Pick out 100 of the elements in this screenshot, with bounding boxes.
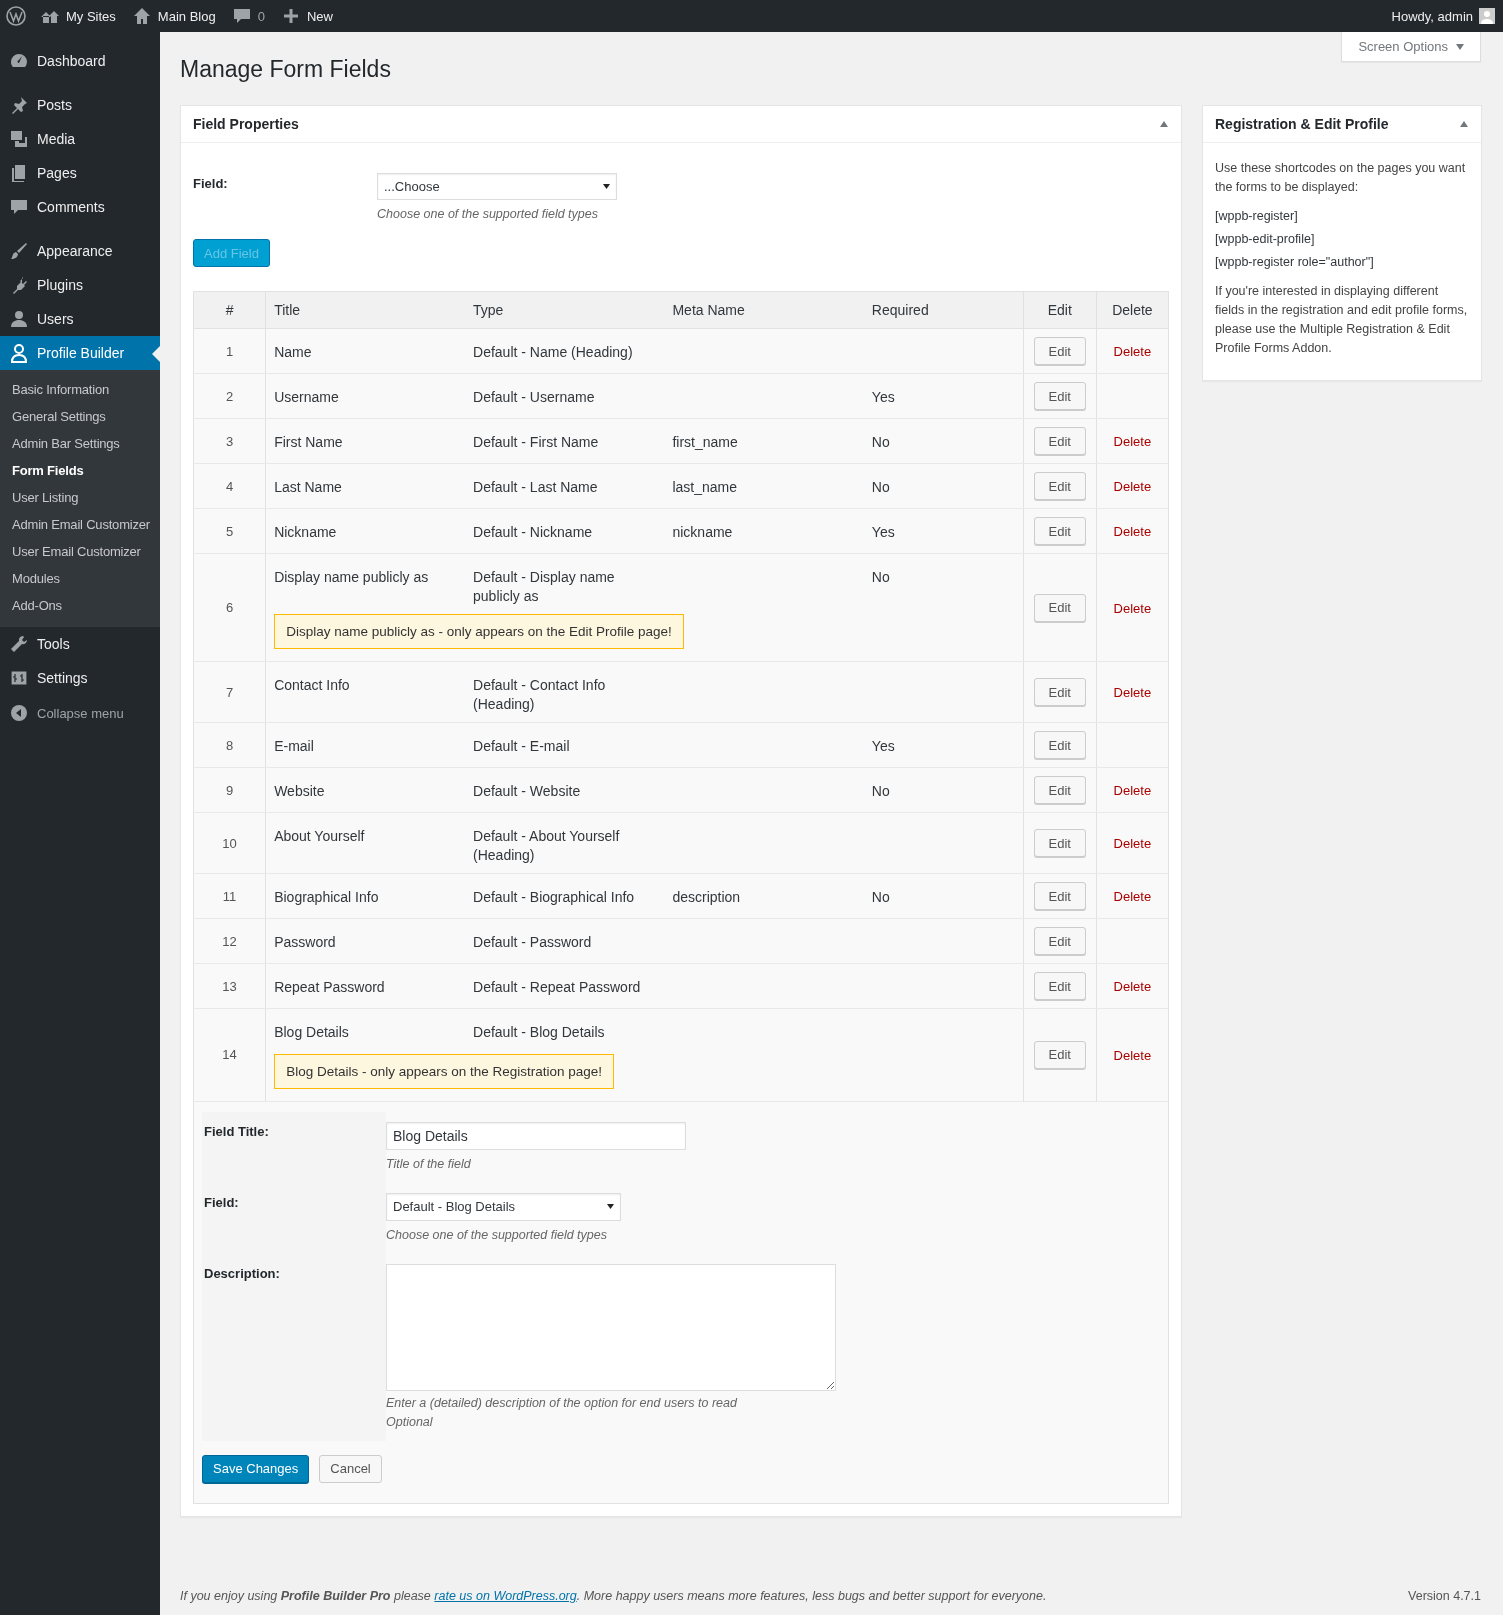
edit-button[interactable]: Edit	[1033, 882, 1086, 910]
type-cell: Default - Contact Info (Heading)	[465, 661, 665, 723]
notice-message: Display name publicly as - only appears on the Edit Profile page!	[274, 614, 684, 649]
edit-button[interactable]: Edit	[1033, 829, 1086, 857]
cancel-button[interactable]: Cancel	[319, 1454, 382, 1483]
submenu-item[interactable]: User Listing	[0, 484, 160, 511]
delete-link[interactable]: Delete	[1113, 685, 1152, 700]
comments-link[interactable]: 0	[231, 6, 265, 26]
delete-link[interactable]: Delete	[1113, 344, 1152, 359]
type-cell: Default - Display name publicly as	[465, 553, 665, 614]
row-number: 4	[193, 463, 266, 509]
required-cell: No	[871, 889, 890, 905]
delete-link[interactable]: Delete	[1113, 979, 1152, 994]
screen-options-button[interactable]: Screen Options	[1341, 32, 1481, 62]
menu-item[interactable]: Tools	[0, 627, 160, 661]
title-cell: Blog Details	[265, 1008, 466, 1054]
title-cell: Last Name	[265, 463, 466, 509]
submenu-item[interactable]: General Settings	[0, 403, 160, 430]
row-number: 10	[193, 812, 266, 874]
type-column-header: Type	[473, 302, 504, 318]
row-number: 6	[193, 553, 266, 662]
new-link[interactable]: New	[280, 6, 333, 26]
paintbrush-icon	[9, 241, 29, 261]
edit-button[interactable]: Edit	[1033, 517, 1086, 545]
submenu-item[interactable]: Admin Bar Settings	[0, 430, 160, 457]
menu-item[interactable]: Dashboard	[0, 44, 160, 78]
delete-link[interactable]: Delete	[1113, 889, 1152, 904]
field-title-label: Field Title:	[202, 1111, 386, 1183]
submenu-item[interactable]: Form Fields	[0, 457, 160, 484]
menu-item[interactable]: Posts	[0, 88, 160, 122]
version-text: Version 4.7.1	[1408, 1589, 1481, 1603]
delete-link[interactable]: Delete	[1113, 836, 1152, 851]
delete-link[interactable]: Delete	[1113, 479, 1152, 494]
description-label: Description:	[202, 1253, 386, 1441]
save-changes-button[interactable]: Save Changes	[202, 1454, 310, 1483]
submenu-item[interactable]: Modules	[0, 565, 160, 592]
field-title-input[interactable]: Blog Details	[386, 1121, 686, 1150]
menu-item[interactable]: Comments	[0, 190, 160, 224]
wordpress-logo-icon[interactable]	[6, 6, 26, 26]
menu-item[interactable]: Appearance	[0, 234, 160, 268]
title-cell: About Yourself	[265, 812, 466, 874]
field-type-select[interactable]: Default - Blog Details	[386, 1192, 621, 1221]
meta-name-cell: description	[672, 889, 741, 905]
site-link[interactable]: Main Blog	[131, 6, 216, 26]
my-sites-link[interactable]: My Sites	[40, 6, 116, 26]
page-title: Manage Form Fields	[180, 56, 392, 83]
delete-link[interactable]: Delete	[1113, 783, 1152, 798]
greeting-link[interactable]: Howdy, admin	[1391, 8, 1473, 24]
field-label: Field:	[193, 175, 229, 193]
delete-link[interactable]: Delete	[1113, 434, 1152, 449]
menu-item[interactable]: Users	[0, 302, 160, 336]
title-cell: Username	[265, 373, 466, 419]
type-cell: Default - Nickname	[465, 508, 665, 554]
type-cell: Default - Biographical Info	[465, 873, 665, 919]
edit-button[interactable]: Edit	[1033, 382, 1086, 410]
edit-button[interactable]: Edit	[1033, 1040, 1086, 1069]
field-type-select[interactable]: ...Choose	[377, 173, 617, 200]
menu-item[interactable]: Media	[0, 122, 160, 156]
title-cell: Display name publicly as	[265, 553, 466, 614]
delete-link[interactable]: Delete	[1113, 1047, 1152, 1063]
edit-button[interactable]: Edit	[1033, 337, 1086, 365]
delete-link[interactable]: Delete	[1113, 600, 1152, 616]
edit-button[interactable]: Edit	[1033, 927, 1086, 955]
menu-item[interactable]: Settings	[0, 661, 160, 695]
collapse-menu-button[interactable]: Collapse menu	[0, 696, 160, 730]
addon-note: If you're interested in displaying different fields in the registration and edit profile forms, please use the Multiple Registration & Edit Profile Forms Addon.	[1215, 283, 1469, 357]
submenu-item[interactable]: Admin Email Customizer	[0, 511, 160, 538]
collapse-icon	[9, 703, 29, 723]
row-number: 1	[193, 328, 266, 374]
field-hint: Choose one of the supported field types	[377, 207, 599, 221]
collapse-toggle-icon[interactable]	[1459, 120, 1469, 128]
submenu-item[interactable]: Add-Ons	[0, 592, 160, 619]
person-icon	[9, 343, 29, 363]
edit-column-header: Edit	[1047, 302, 1072, 318]
collapse-toggle-icon[interactable]	[1159, 120, 1169, 128]
caret-icon	[1456, 43, 1464, 50]
menu-item[interactable]: Plugins	[0, 268, 160, 302]
type-cell: Default - Username	[465, 373, 665, 419]
required-cell: No	[871, 479, 890, 495]
title-cell: Password	[265, 918, 466, 964]
edit-button[interactable]: Edit	[1033, 972, 1086, 1000]
shortcode-text: [wppb-edit-profile]	[1215, 231, 1316, 248]
edit-button[interactable]: Edit	[1033, 678, 1086, 706]
submenu-item[interactable]: User Email Customizer	[0, 538, 160, 565]
menu-item[interactable]: Profile Builder	[0, 336, 160, 370]
edit-button[interactable]: Edit	[1033, 427, 1086, 455]
user-icon	[9, 309, 29, 329]
sliders-icon	[9, 668, 29, 688]
rate-link[interactable]: rate us on WordPress.org	[434, 1589, 577, 1603]
edit-button[interactable]: Edit	[1033, 776, 1086, 804]
edit-button[interactable]: Edit	[1033, 731, 1086, 759]
edit-button[interactable]: Edit	[1033, 472, 1086, 500]
row-number: 13	[193, 963, 266, 1009]
submenu-item[interactable]: Basic Information	[0, 376, 160, 403]
speech-bubble-icon	[231, 6, 252, 26]
delete-link[interactable]: Delete	[1113, 524, 1152, 539]
menu-item[interactable]: Pages	[0, 156, 160, 190]
type-cell: Default - Password	[465, 918, 665, 964]
edit-button[interactable]: Edit	[1033, 593, 1086, 622]
type-cell: Default - About Yourself (Heading)	[465, 812, 665, 874]
